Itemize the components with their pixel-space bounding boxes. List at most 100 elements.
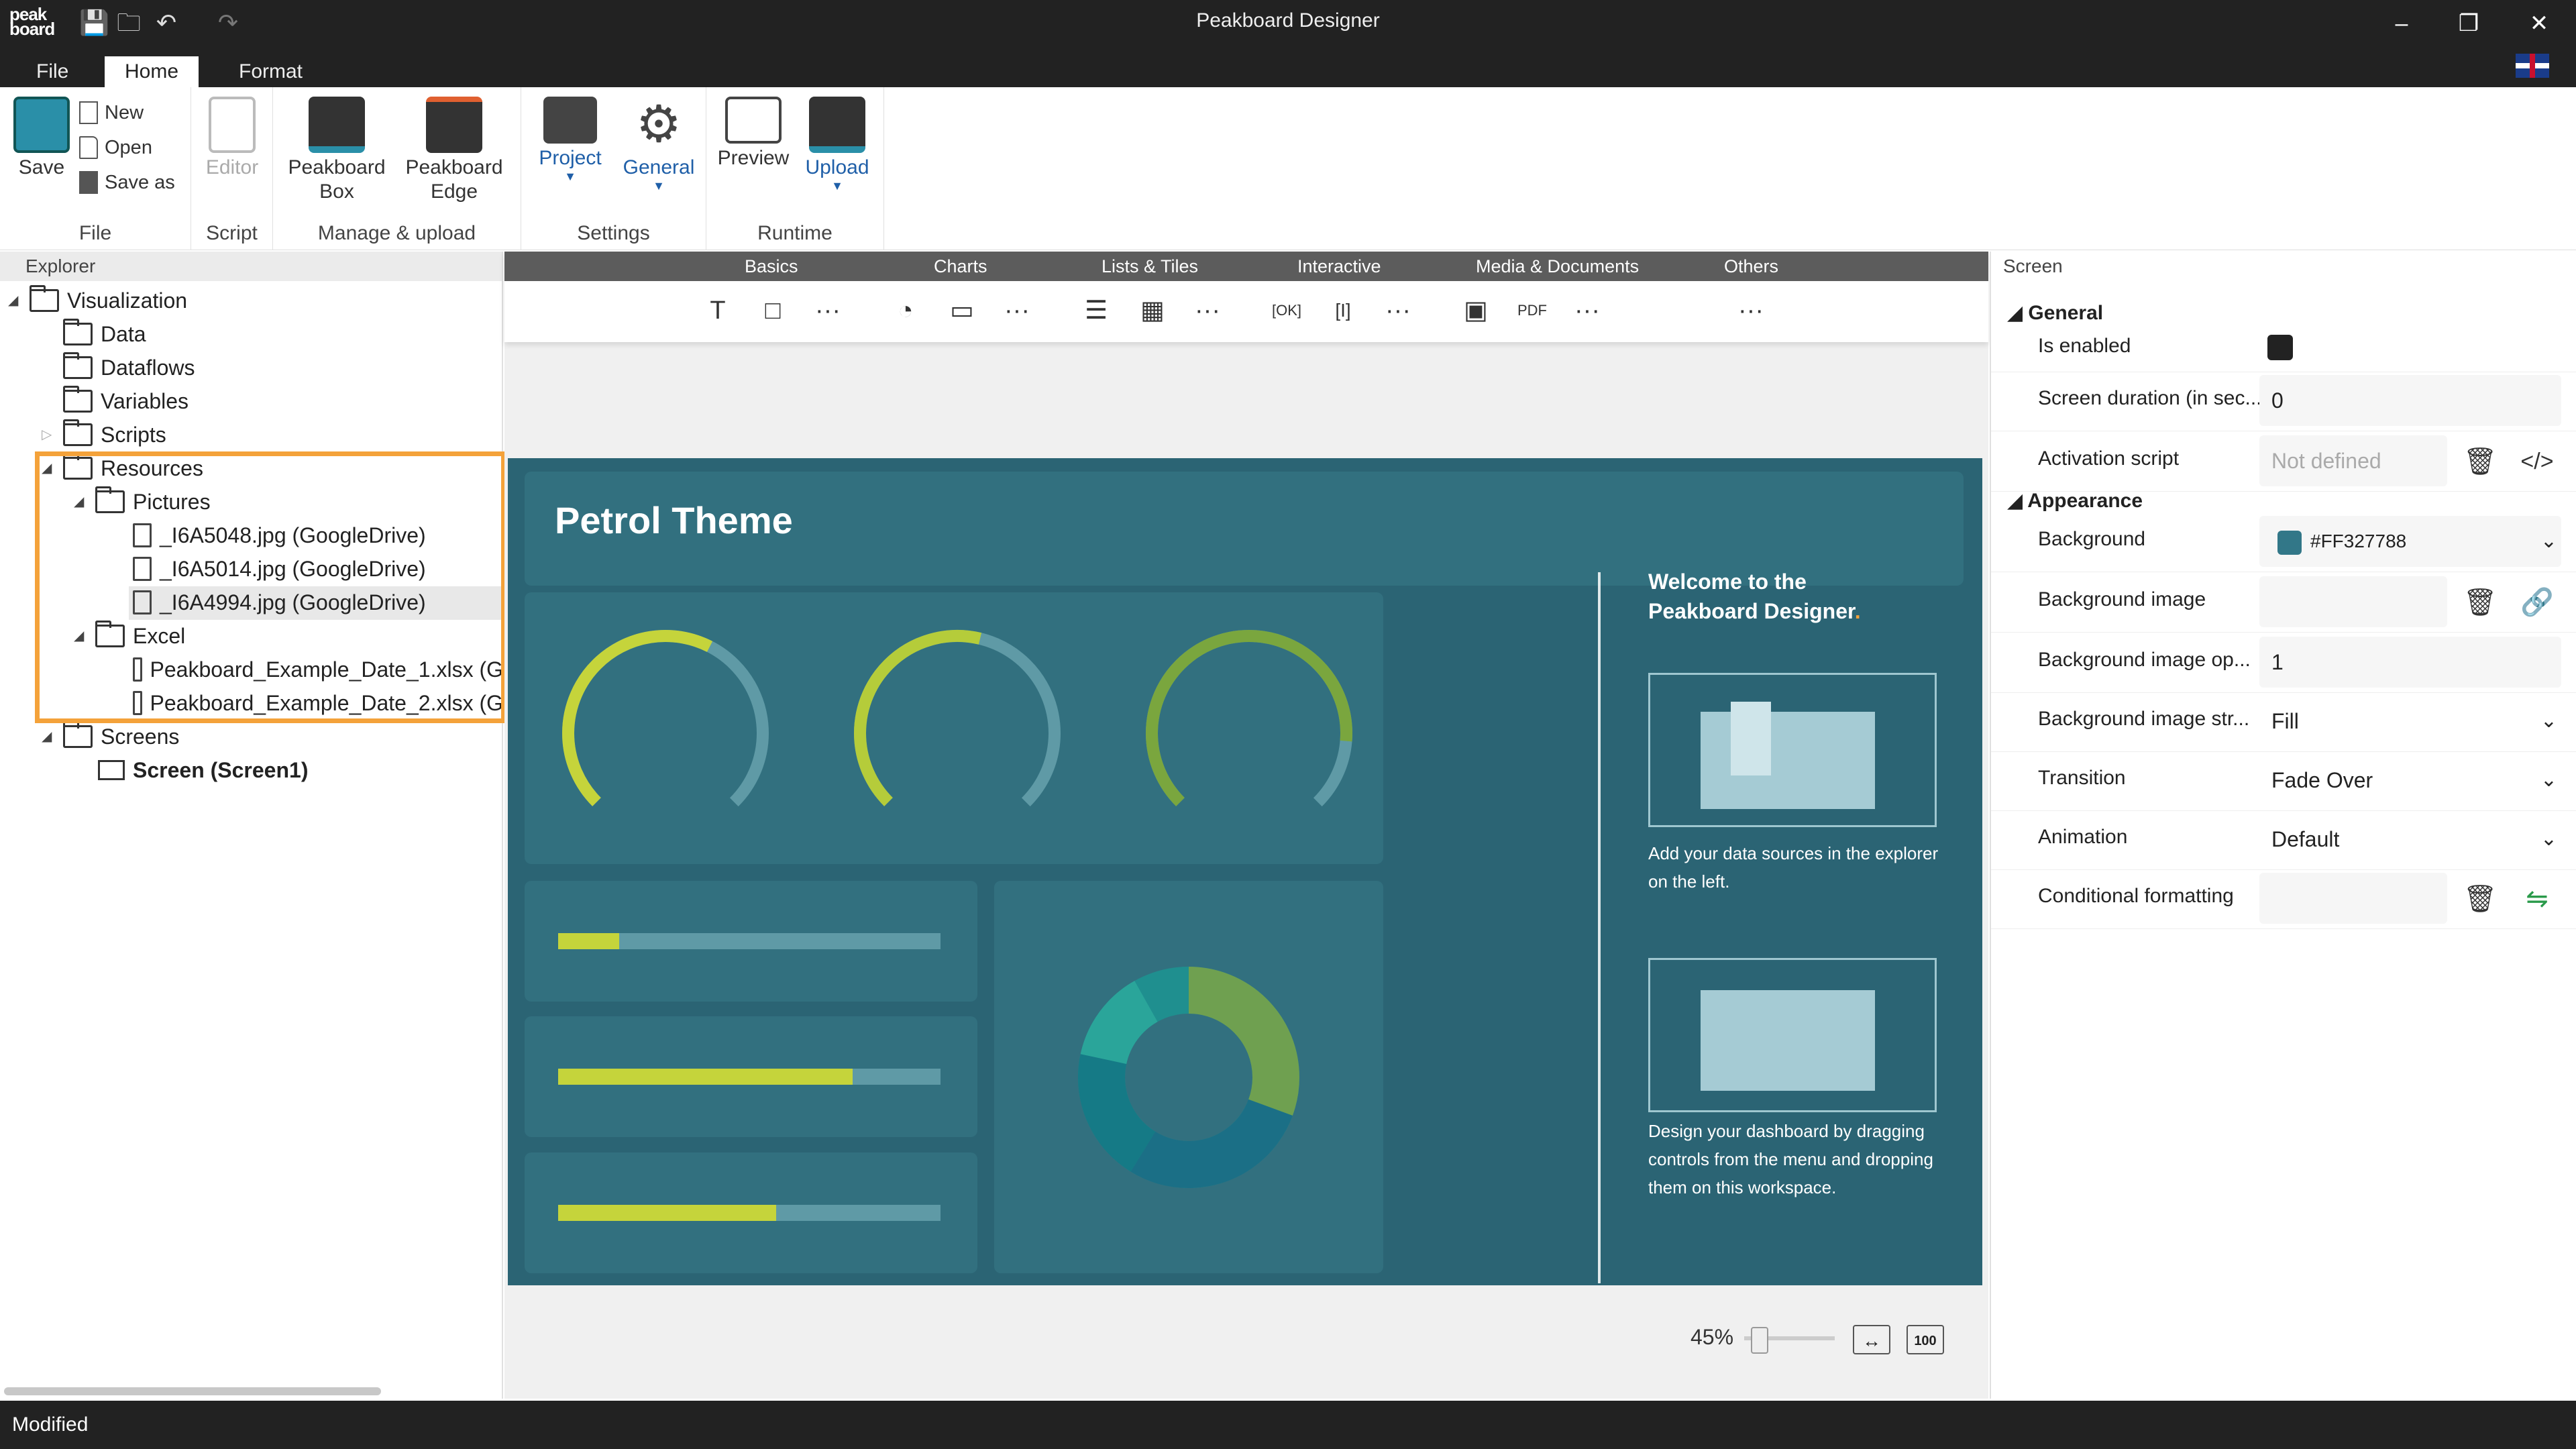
horizontal-scrollbar[interactable] xyxy=(4,1387,381,1395)
trash-icon[interactable]: 🗑 xyxy=(2461,442,2500,481)
group-appearance[interactable]: ◢ Appearance xyxy=(2007,486,2143,516)
background-color-picker[interactable]: #FF327788 xyxy=(2259,516,2561,567)
animation-select[interactable]: Default xyxy=(2259,814,2561,865)
project-dropdown[interactable]: Project ▼ xyxy=(533,97,607,182)
rectangle-control-icon[interactable]: □ xyxy=(754,292,792,329)
screen-duration-input[interactable]: 0 xyxy=(2259,375,2561,426)
peakboard-box-button[interactable]: Peakboard Box xyxy=(286,97,387,204)
preview-button[interactable]: Preview xyxy=(713,97,794,170)
background-image-opacity-input[interactable]: 1 xyxy=(2259,637,2561,688)
close-button[interactable]: ✕ xyxy=(2512,7,2566,40)
chevron-down-icon[interactable]: ⌄ xyxy=(2540,709,2557,733)
tree-node-scripts[interactable]: ▷ Scripts xyxy=(42,418,166,451)
tab-lists-tiles[interactable]: Lists & Tiles xyxy=(1102,252,1198,281)
language-flag-icon[interactable] xyxy=(2516,54,2549,78)
fit-width-button[interactable]: ↔ xyxy=(1853,1325,1890,1354)
background-image-field[interactable] xyxy=(2259,576,2447,627)
group-label-settings: Settings xyxy=(577,222,650,244)
tab-basics[interactable]: Basics xyxy=(745,252,798,281)
text-control-icon[interactable]: T xyxy=(699,292,737,329)
restore-button[interactable]: ❐ xyxy=(2442,7,2496,40)
welcome-text-1: Add your data sources in the explorer on… xyxy=(1648,843,1939,892)
conditional-format-icon[interactable]: ⇋ xyxy=(2518,879,2557,918)
save-button[interactable]: Save xyxy=(13,97,70,180)
edge-label-2: Edge xyxy=(430,180,478,203)
expand-icon[interactable]: ◢ xyxy=(8,284,21,317)
trash-icon[interactable]: 🗑 xyxy=(2461,583,2500,622)
group-label-script: Script xyxy=(206,222,258,244)
tree-node-screen1[interactable]: Screen (Screen1) xyxy=(98,753,308,787)
more-interactive-icon[interactable]: ··· xyxy=(1379,292,1417,329)
node-label: Data xyxy=(101,322,146,346)
expand-icon[interactable]: ◢ xyxy=(42,720,55,753)
tab-media-documents[interactable]: Media & Documents xyxy=(1476,252,1639,281)
bar-control-icon[interactable]: ▭ xyxy=(943,292,981,329)
editor-button[interactable]: Editor xyxy=(202,97,262,180)
new-button[interactable]: New xyxy=(79,95,175,130)
dashboard-screen[interactable]: Petrol Theme Welcome to the Peakboard De… xyxy=(508,458,1982,1285)
tab-charts[interactable]: Charts xyxy=(934,252,987,281)
pie-chart-icon[interactable]: ◔ xyxy=(887,292,924,329)
prop-label: Background image xyxy=(2038,588,2206,610)
group-appearance-label: Appearance xyxy=(2027,490,2143,512)
upload-dropdown[interactable]: Upload ▼ xyxy=(797,97,877,192)
bar-card-1 xyxy=(525,881,977,1002)
tab-home[interactable]: Home xyxy=(105,56,199,87)
tab-format[interactable]: Format xyxy=(219,56,323,87)
background-image-stretch-select[interactable]: Fill xyxy=(2259,696,2561,747)
preview-label: Preview xyxy=(717,147,790,169)
chevron-down-icon[interactable]: ⌄ xyxy=(2540,529,2557,553)
open-button[interactable]: Open xyxy=(79,130,175,165)
prop-screen-duration: Screen duration (in sec... 0 xyxy=(1991,372,2576,431)
prop-conditional-formatting: Conditional formatting 🗑 ⇋ xyxy=(1991,870,2576,929)
panel-divider xyxy=(1598,572,1601,1283)
textbox-control-icon[interactable]: [I] xyxy=(1324,292,1362,329)
file-small-buttons: New Open Save as xyxy=(79,95,175,200)
save-as-button[interactable]: Save as xyxy=(79,165,175,200)
is-enabled-checkbox[interactable] xyxy=(2267,335,2293,360)
minimize-button[interactable]: – xyxy=(2375,7,2428,40)
conditional-formatting-field[interactable] xyxy=(2259,873,2447,924)
tab-others[interactable]: Others xyxy=(1724,252,1778,281)
welcome-heading: Welcome to the Peakboard Designer. xyxy=(1648,567,1943,626)
link-icon[interactable]: 🔗 xyxy=(2518,583,2557,622)
tree-node-visualization[interactable]: ◢ Visualization xyxy=(8,284,187,317)
tree-node-data[interactable]: Data xyxy=(42,317,146,351)
folder-icon xyxy=(63,419,93,446)
chevron-down-icon[interactable]: ⌄ xyxy=(2540,827,2557,851)
gauge-value-3 xyxy=(1146,630,1353,837)
zoom-100-button[interactable]: 100 xyxy=(1907,1325,1944,1354)
progress-fill-2 xyxy=(558,1069,853,1085)
chevron-down-icon[interactable]: ⌄ xyxy=(2540,768,2557,792)
activation-script-field[interactable]: Not defined xyxy=(2259,435,2447,486)
pdf-control-icon[interactable]: PDF xyxy=(1513,292,1551,329)
more-charts-icon[interactable]: ··· xyxy=(998,292,1036,329)
tab-interactive[interactable]: Interactive xyxy=(1297,252,1381,281)
peakboard-edge-button[interactable]: Peakboard Edge xyxy=(404,97,504,204)
list-control-icon[interactable]: ☰ xyxy=(1077,292,1115,329)
prop-label: Transition xyxy=(2038,767,2126,789)
general-dropdown[interactable]: ⚙ General ▼ xyxy=(622,97,696,193)
collapsed-icon[interactable]: ▷ xyxy=(42,418,55,451)
zoom-slider-thumb[interactable] xyxy=(1751,1327,1768,1354)
code-icon[interactable]: </> xyxy=(2518,442,2557,481)
more-basics-icon[interactable]: ··· xyxy=(809,292,847,329)
node-label: Visualization xyxy=(67,288,188,313)
button-control-icon[interactable]: [OK] xyxy=(1268,292,1305,329)
trash-icon[interactable]: 🗑 xyxy=(2461,879,2500,918)
illustration-highlight xyxy=(1731,702,1771,775)
tab-file[interactable]: File xyxy=(16,56,89,87)
more-lists-icon[interactable]: ··· xyxy=(1189,292,1226,329)
app-window: peak board 💾 🗀 ↶ ↷ Peakboard Designer – … xyxy=(0,0,2576,1449)
prop-background-image: Background image 🗑 🔗 xyxy=(1991,574,2576,633)
prop-background: Background #FF327788 ⌄ xyxy=(1991,513,2576,572)
tree-node-variables[interactable]: Variables xyxy=(42,384,189,418)
prop-label: Screen duration (in sec... xyxy=(2038,387,2262,409)
tree-node-screens[interactable]: ◢ Screens xyxy=(42,720,179,753)
tree-node-dataflows[interactable]: Dataflows xyxy=(42,351,195,384)
more-media-icon[interactable]: ··· xyxy=(1568,292,1606,329)
transition-select[interactable]: Fade Over xyxy=(2259,755,2561,806)
more-others-icon[interactable]: ··· xyxy=(1732,292,1770,329)
image-control-icon[interactable]: ▣ xyxy=(1457,292,1495,329)
table-control-icon[interactable]: ▦ xyxy=(1134,292,1171,329)
